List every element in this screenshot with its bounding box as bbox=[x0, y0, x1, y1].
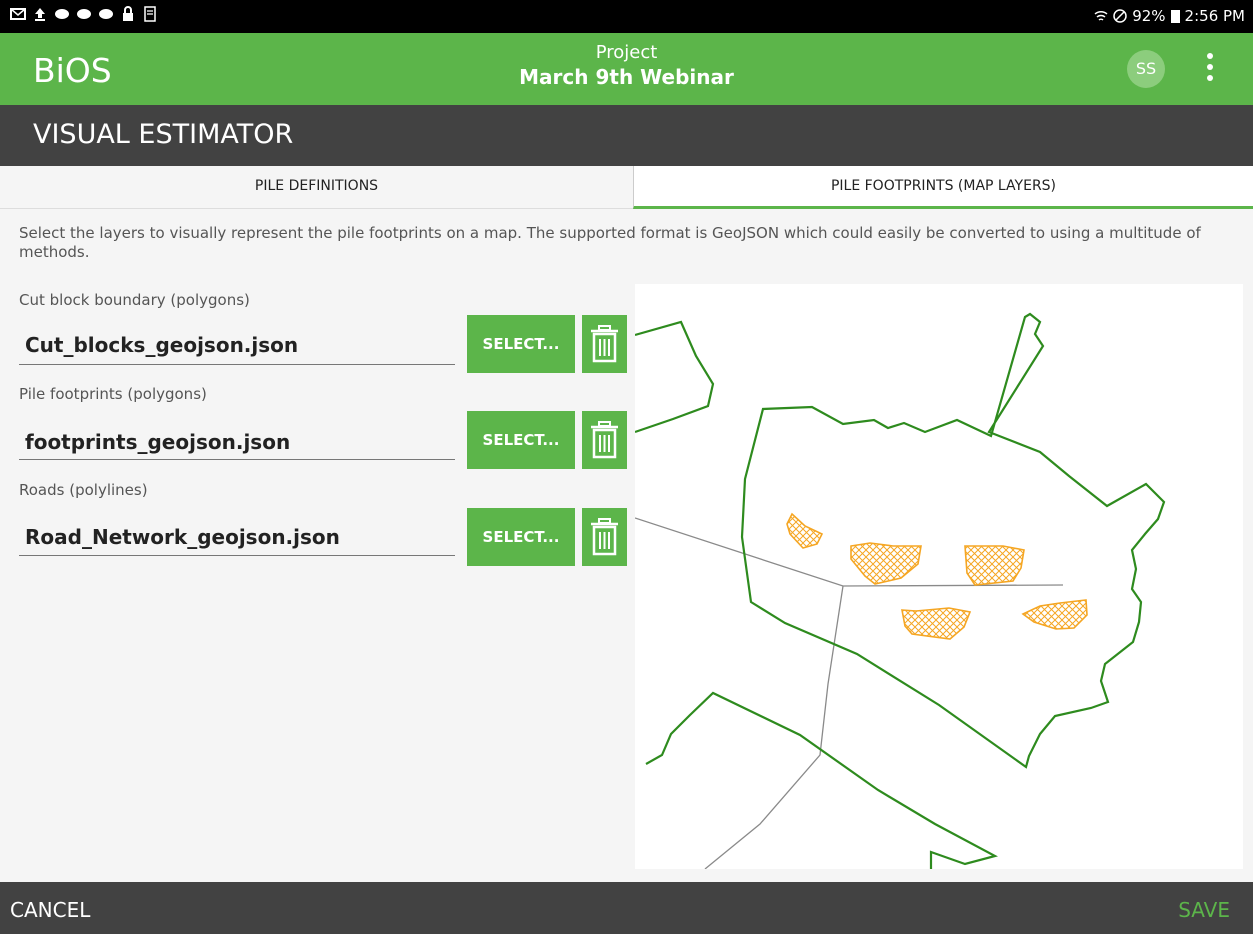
project-header: Project March 9th Webinar bbox=[0, 42, 1253, 89]
cut-block-label: Cut block boundary (polygons) bbox=[19, 291, 250, 309]
status-bar: 92% 2:56 PM bbox=[0, 0, 1253, 33]
field-underline bbox=[19, 364, 455, 365]
roads-select-button[interactable]: SELECT... bbox=[467, 508, 575, 566]
map-canvas[interactable] bbox=[635, 284, 1243, 869]
cut-block-boundaries bbox=[635, 312, 1166, 869]
lock-icon bbox=[123, 6, 133, 21]
trash-icon bbox=[591, 518, 618, 556]
cut-block-select-button[interactable]: SELECT... bbox=[467, 315, 575, 373]
app-notification-icon bbox=[55, 9, 69, 19]
upload-icon bbox=[35, 8, 45, 21]
pile-footprints bbox=[786, 512, 1088, 640]
roads-file-field[interactable]: Road_Network_geojson.json bbox=[25, 525, 455, 549]
cut-block-file-field[interactable]: Cut_blocks_geojson.json bbox=[25, 333, 455, 357]
tab-bar: PILE DEFINITIONS PILE FOOTPRINTS (MAP LA… bbox=[0, 166, 1253, 209]
notification-icons bbox=[10, 6, 158, 22]
do-not-disturb-icon bbox=[1113, 9, 1127, 23]
trash-icon bbox=[591, 421, 618, 459]
document-icon bbox=[144, 6, 156, 22]
bottom-action-bar: CANCEL SAVE bbox=[0, 882, 1253, 934]
cut-block-delete-button[interactable] bbox=[582, 315, 627, 373]
battery-percent: 92% bbox=[1132, 7, 1166, 25]
project-label: Project bbox=[595, 42, 658, 63]
description-text: Select the layers to visually represent … bbox=[19, 224, 1201, 261]
pile-footprints-file-field[interactable]: footprints_geojson.json bbox=[25, 430, 455, 454]
roads-delete-button[interactable] bbox=[582, 508, 627, 566]
roads-label: Roads (polylines) bbox=[19, 481, 148, 499]
wifi-icon bbox=[1094, 10, 1108, 21]
tab-pile-definitions[interactable]: PILE DEFINITIONS bbox=[0, 166, 633, 209]
field-underline bbox=[19, 459, 455, 460]
field-underline bbox=[19, 555, 455, 556]
pile-footprints-label: Pile footprints (polygons) bbox=[19, 385, 207, 403]
pile-footprints-delete-button[interactable] bbox=[582, 411, 627, 469]
save-button[interactable]: SAVE bbox=[1178, 898, 1230, 922]
map-preview[interactable] bbox=[635, 284, 1243, 869]
battery-icon bbox=[1170, 10, 1180, 23]
clock: 2:56 PM bbox=[1184, 7, 1245, 25]
project-name: March 9th Webinar bbox=[519, 65, 734, 89]
cancel-button[interactable]: CANCEL bbox=[10, 898, 90, 922]
trash-icon bbox=[591, 325, 618, 363]
status-indicators: 92% 2:56 PM bbox=[1094, 7, 1245, 25]
page-title: VISUAL ESTIMATOR bbox=[33, 119, 294, 150]
app-notification-icon bbox=[99, 9, 113, 19]
avatar[interactable]: SS bbox=[1127, 50, 1165, 88]
mail-icon bbox=[10, 8, 26, 20]
app-notification-icon bbox=[77, 9, 91, 19]
app-bar: BiOS Project March 9th Webinar SS bbox=[0, 33, 1253, 105]
tab-pile-footprints[interactable]: PILE FOOTPRINTS (MAP LAYERS) bbox=[633, 166, 1253, 209]
section-header: VISUAL ESTIMATOR bbox=[0, 105, 1253, 166]
more-options-icon[interactable] bbox=[1200, 51, 1220, 87]
pile-footprints-select-button[interactable]: SELECT... bbox=[467, 411, 575, 469]
